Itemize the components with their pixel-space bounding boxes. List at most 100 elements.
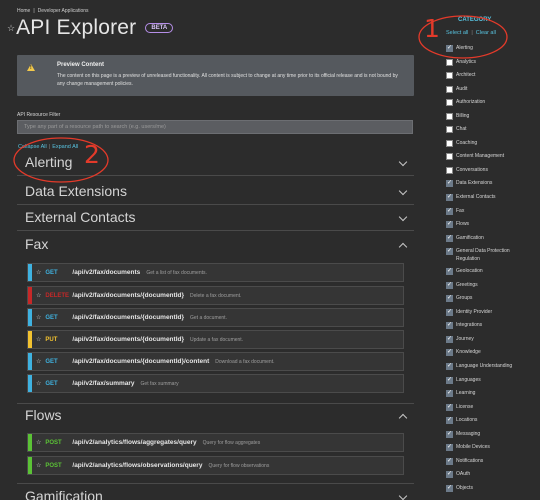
category-item[interactable]: Flows [446,220,526,235]
operation-row[interactable]: ☆ GET /api/v2/fax/documents/{documentId}… [27,308,404,327]
category-checkbox[interactable] [446,348,453,357]
category-item[interactable]: Mobile Devices [446,443,526,458]
collapse-all-link[interactable]: Collapse All [18,144,47,150]
endpoint-description: Get a list of fax documents. [146,269,207,276]
category-checkbox[interactable] [446,335,453,343]
select-all-link[interactable]: Select all [446,30,468,36]
category-checkbox[interactable] [446,153,453,161]
operation-row[interactable]: ☆ GET /api/v2/fax/documents/{documentId}… [27,352,404,371]
category-item[interactable]: Billing [446,112,526,127]
category-item[interactable]: Journey [446,335,526,350]
category-item[interactable]: Languages [446,376,526,391]
category-checkbox[interactable] [446,281,453,289]
category-item[interactable]: Integrations [446,321,526,336]
breadcrumb-current-link[interactable]: Developer Applications [38,8,89,14]
section-header-gamification[interactable]: Gamification [17,485,414,500]
category-label: Geolocation [456,268,483,275]
category-checkbox[interactable] [446,207,453,215]
operation-row[interactable]: ☆ GET /api/v2/fax/summary Get fax summar… [27,374,404,393]
category-checkbox[interactable] [446,443,453,452]
category-checkbox[interactable] [446,403,453,411]
category-checkbox[interactable] [446,389,453,398]
breadcrumb-home-link[interactable]: Home [17,8,30,14]
operation-row[interactable]: ☆ POST /api/v2/analytics/flows/observati… [27,456,404,475]
category-checkbox[interactable] [446,376,453,384]
category-checkbox[interactable] [446,470,453,479]
operation-row[interactable]: ☆ GET /api/v2/fax/documents Get a list o… [27,263,404,282]
clear-all-link[interactable]: Clear all [476,30,496,36]
category-item[interactable]: Gamification [446,234,526,249]
operation-row[interactable]: ☆ POST /api/v2/analytics/flows/aggregate… [27,433,404,452]
category-item[interactable]: Fax [446,207,526,222]
expand-all-link[interactable]: Expand All [52,144,78,150]
category-checkbox[interactable] [446,234,453,242]
category-checkbox[interactable] [446,179,453,188]
category-item[interactable]: Learning [446,389,526,404]
favorite-star-icon[interactable]: ☆ [36,314,41,321]
category-item[interactable]: Audit [446,85,526,100]
category-item[interactable]: Groups [446,294,526,309]
category-checkbox[interactable] [446,44,453,52]
category-checkbox[interactable] [446,193,453,202]
http-method-label: GET [45,358,58,365]
category-checkbox[interactable] [446,308,453,316]
resource-filter-input[interactable] [17,120,413,134]
category-checkbox[interactable] [446,166,453,174]
category-item[interactable]: Language Understanding [446,362,526,377]
category-item[interactable]: License [446,403,526,418]
category-item[interactable]: Messaging [446,430,526,445]
category-checkbox[interactable] [446,139,453,147]
category-item[interactable]: Content Management [446,153,526,167]
operation-row[interactable]: ☆ DELETE /api/v2/fax/documents/{document… [27,286,404,305]
favorite-star-icon[interactable]: ☆ [36,380,41,387]
category-checkbox[interactable] [446,484,453,492]
section-header-alerting[interactable]: Alerting [17,151,414,175]
category-checkbox[interactable] [446,247,453,256]
category-item[interactable]: Locations [446,416,526,431]
category-item[interactable]: Analytics [446,58,526,73]
section-alerting: Alerting [17,151,414,176]
category-item[interactable]: Greetings [446,281,526,296]
category-item[interactable]: Data Extensions [446,179,526,194]
category-item[interactable]: External Contacts [446,193,526,208]
favorite-star-icon[interactable]: ☆ [36,292,41,299]
category-checkbox[interactable] [446,112,453,120]
favorite-star-icon[interactable]: ☆ [36,358,41,365]
favorite-star-icon[interactable]: ☆ [36,269,41,276]
category-checkbox[interactable] [446,99,453,107]
favorite-star-icon[interactable]: ☆ [36,462,41,469]
category-item[interactable]: OAuth [446,470,526,485]
section-header-external-contacts[interactable]: External Contacts [17,206,414,230]
category-checkbox[interactable] [446,58,453,66]
section-header-flows[interactable]: Flows [17,404,414,428]
favorite-star-icon[interactable]: ☆ [36,439,41,446]
section-header-fax[interactable]: Fax [17,233,414,257]
category-item[interactable]: Authorization [446,99,526,113]
category-checkbox[interactable] [446,220,453,229]
category-checkbox[interactable] [446,457,453,465]
category-checkbox[interactable] [446,321,453,330]
category-item[interactable]: Conversations [446,166,526,181]
category-item[interactable]: Alerting [446,44,526,59]
category-item[interactable]: Notifications [446,457,526,472]
category-item[interactable]: Geolocation [446,267,526,282]
category-item[interactable]: Coaching [446,139,526,154]
category-checkbox[interactable] [446,430,453,438]
category-item[interactable]: Chat [446,126,526,140]
category-checkbox[interactable] [446,267,453,276]
category-item[interactable]: Identity Provider [446,308,526,323]
category-checkbox[interactable] [446,85,453,93]
category-checkbox[interactable] [446,362,453,371]
category-checkbox[interactable] [446,416,453,425]
category-item[interactable]: Architect [446,72,526,86]
category-item[interactable]: Objects [446,484,526,499]
operation-row[interactable]: ☆ PUT /api/v2/fax/documents/{documentId}… [27,330,404,349]
favorite-star-icon[interactable]: ☆ [7,23,15,34]
category-checkbox[interactable] [446,126,453,134]
favorite-star-icon[interactable]: ☆ [36,336,41,343]
section-header-data-extensions[interactable]: Data Extensions [17,180,414,204]
category-item[interactable]: Knowledge [446,348,526,363]
category-checkbox[interactable] [446,294,453,303]
category-checkbox[interactable] [446,72,453,80]
category-item[interactable]: General Data Protection Regulation [446,247,526,268]
